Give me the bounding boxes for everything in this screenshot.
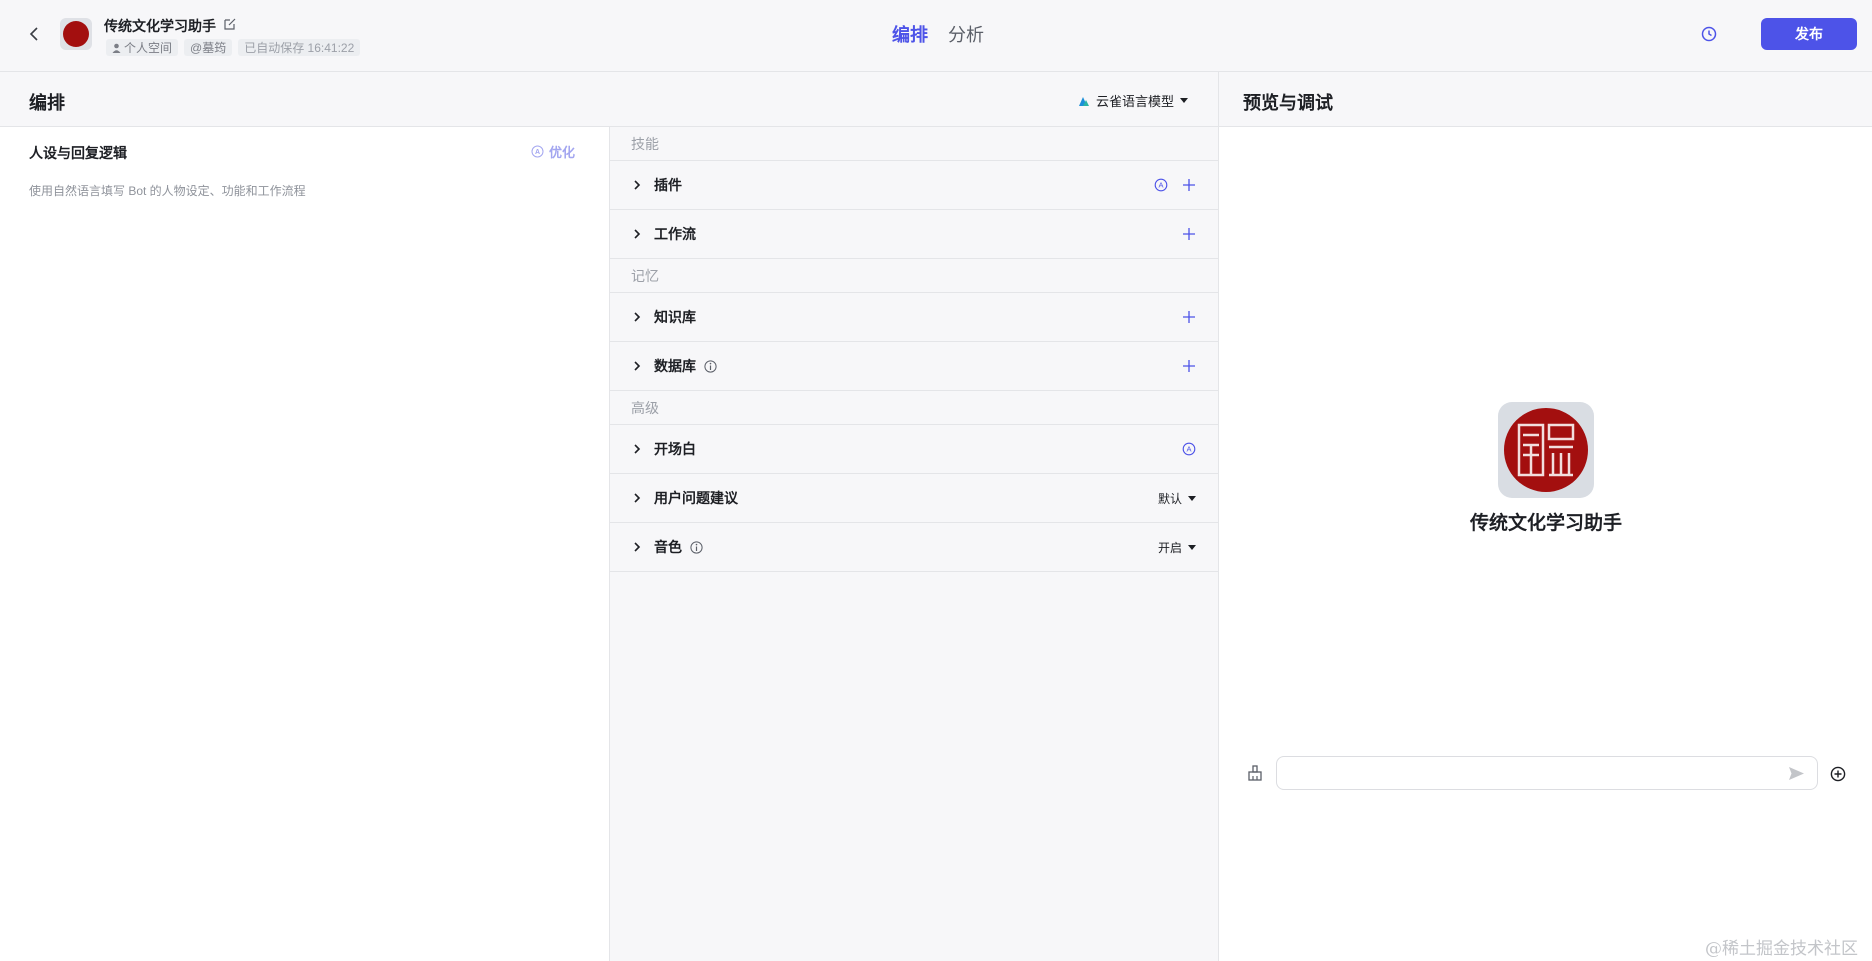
auto-icon[interactable]: A	[1154, 178, 1168, 192]
bot-avatar-large	[1498, 402, 1594, 498]
skill-row-actions	[1182, 310, 1196, 324]
optimize-label: 优化	[549, 145, 576, 160]
skill-row-label: 知识库	[654, 309, 696, 325]
info-icon[interactable]	[704, 359, 717, 373]
preview-title: 预览与调试	[1243, 93, 1333, 113]
add-circle-icon[interactable]	[1830, 766, 1846, 782]
preview-bot-name: 传统文化学习助手	[1469, 513, 1622, 534]
svg-text:A: A	[1186, 445, 1191, 454]
svg-text:A: A	[1158, 181, 1163, 190]
optimize-button[interactable]: A 优化	[531, 142, 575, 161]
send-icon[interactable]	[1788, 765, 1805, 782]
chevron-right-icon[interactable]	[632, 492, 642, 504]
model-selector[interactable]: 云雀语言模型	[1078, 91, 1189, 110]
plus-icon[interactable]	[1182, 359, 1196, 373]
chevron-right-icon[interactable]	[632, 360, 642, 372]
plus-icon[interactable]	[1182, 310, 1196, 324]
skill-row[interactable]: 知识库	[610, 293, 1218, 342]
skill-row[interactable]: 音色 开启	[610, 523, 1218, 572]
tab-analysis[interactable]: 分析	[948, 21, 984, 47]
skill-row[interactable]: 数据库	[610, 342, 1218, 391]
chevron-right-icon[interactable]	[632, 311, 642, 323]
skill-row[interactable]: 工作流	[610, 210, 1218, 259]
history-icon[interactable]	[1700, 25, 1718, 43]
skill-row-label: 用户问题建议	[654, 490, 738, 506]
preview-header: 预览与调试	[1219, 72, 1872, 127]
publish-button[interactable]: 发布	[1761, 18, 1857, 50]
skill-dropdown-value: 开启	[1157, 540, 1182, 555]
skills-panel: 技能插件 A 工作流记忆知识库数据库高级开场白 A 用户问题建议 默认音色 开启	[610, 127, 1218, 961]
skill-dropdown[interactable]: 开启	[1158, 539, 1196, 556]
skill-row-actions: 默认	[1158, 490, 1196, 507]
skill-dropdown[interactable]: 默认	[1158, 490, 1196, 507]
skill-row[interactable]: 用户问题建议 默认	[610, 474, 1218, 523]
clear-history-icon[interactable]	[1246, 764, 1264, 782]
model-name: 云雀语言模型	[1096, 94, 1175, 109]
editor-title: 编排	[29, 93, 65, 113]
skill-dropdown-value: 默认	[1157, 491, 1182, 506]
user-icon	[112, 43, 121, 53]
skill-row-actions	[1182, 359, 1196, 373]
model-logo-icon	[1079, 96, 1089, 106]
skill-row-label: 开场白	[654, 441, 696, 457]
bot-meta: 个人空间 @墓筠 已自动保存 16:41:22	[106, 39, 361, 56]
mode-tabs: 编排 分析	[892, 21, 984, 47]
bot-name: 传统文化学习助手	[104, 18, 216, 34]
group-label: 技能	[610, 127, 1218, 161]
persona-input[interactable]: 使用自然语言填写 Bot 的人物设定、功能和工作流程	[29, 182, 306, 199]
skill-row[interactable]: 开场白 A	[610, 425, 1218, 474]
svg-text:A: A	[535, 149, 540, 156]
skill-row-actions: 开启	[1158, 539, 1196, 556]
auto-icon[interactable]: A	[1182, 442, 1196, 456]
tab-arrange[interactable]: 编排	[892, 21, 928, 47]
top-bar: 传统文化学习助手 个人空间 @墓筠 已自动保存 16:41:22 编排 分析 发…	[0, 0, 1872, 72]
auto-icon: A	[531, 145, 544, 158]
skill-row[interactable]: 插件 A	[610, 161, 1218, 210]
persona-title: 人设与回复逻辑	[29, 145, 127, 161]
skill-row-actions	[1182, 227, 1196, 241]
chevron-left-icon	[29, 27, 38, 41]
space-badge: 个人空间	[106, 39, 179, 56]
edit-icon[interactable]	[223, 17, 237, 31]
skill-row-label: 音色	[654, 539, 682, 555]
skill-row-label: 工作流	[654, 226, 696, 242]
plus-icon[interactable]	[1182, 227, 1196, 241]
bot-avatar-small	[60, 18, 92, 50]
preview-panel: 预览与调试 传统文化学习助手	[1218, 72, 1872, 961]
watermark: @稀土掘金技术社区	[1705, 939, 1858, 959]
plus-icon[interactable]	[1182, 178, 1196, 192]
skill-row-label: 插件	[654, 177, 682, 193]
seal-glyph-icon	[1517, 423, 1575, 477]
caret-down-icon	[1188, 544, 1196, 550]
skill-row-actions: A	[1154, 178, 1196, 192]
space-label: 个人空间	[124, 41, 173, 55]
editor-header: 编排 云雀语言模型	[0, 72, 1218, 127]
persona-panel: 人设与回复逻辑 A 优化 使用自然语言填写 Bot 的人物设定、功能和工作流程	[0, 127, 610, 961]
group-label: 记忆	[610, 259, 1218, 293]
caret-down-icon	[1180, 98, 1189, 103]
chevron-right-icon[interactable]	[632, 541, 642, 553]
autosave-status: 已自动保存 16:41:22	[238, 39, 361, 56]
chevron-right-icon[interactable]	[632, 179, 642, 191]
skill-row-actions: A	[1182, 442, 1196, 456]
back-button[interactable]	[24, 22, 44, 46]
info-icon[interactable]	[690, 540, 703, 554]
caret-down-icon	[1188, 495, 1196, 501]
owner-badge: @墓筠	[184, 39, 233, 56]
group-label: 高级	[610, 391, 1218, 425]
seal-logo	[1504, 408, 1588, 492]
skill-row-label: 数据库	[654, 358, 696, 374]
chevron-right-icon[interactable]	[632, 228, 642, 240]
chevron-right-icon[interactable]	[632, 443, 642, 455]
chat-input[interactable]	[1276, 756, 1818, 790]
